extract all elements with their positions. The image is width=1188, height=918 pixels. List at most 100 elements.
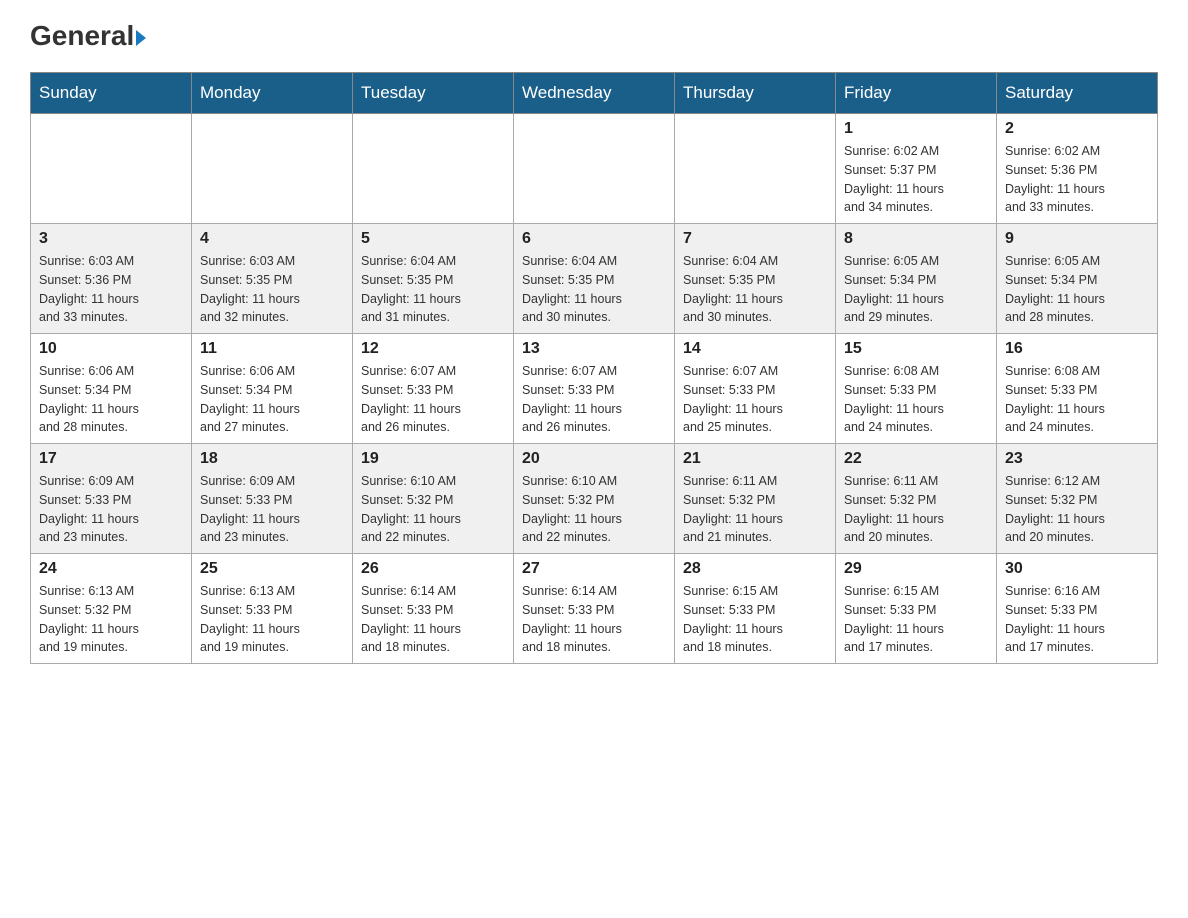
calendar-cell: 12 Sunrise: 6:07 AM Sunset: 5:33 PM Dayli… — [353, 334, 514, 444]
calendar-cell — [514, 114, 675, 224]
calendar-cell: 20 Sunrise: 6:10 AM Sunset: 5:32 PM Dayli… — [514, 444, 675, 554]
logo-general-text: General — [30, 20, 134, 52]
calendar-week-row: 3 Sunrise: 6:03 AM Sunset: 5:36 PM Daylig… — [31, 224, 1158, 334]
day-info: Sunrise: 6:14 AM Sunset: 5:33 PM Dayligh… — [522, 582, 666, 657]
day-number: 12 — [361, 340, 505, 358]
calendar-day-header: Saturday — [997, 73, 1158, 114]
day-info: Sunrise: 6:14 AM Sunset: 5:33 PM Dayligh… — [361, 582, 505, 657]
day-number: 7 — [683, 230, 827, 248]
calendar-week-row: 10 Sunrise: 6:06 AM Sunset: 5:34 PM Dayli… — [31, 334, 1158, 444]
calendar-day-header: Tuesday — [353, 73, 514, 114]
calendar-cell: 26 Sunrise: 6:14 AM Sunset: 5:33 PM Dayli… — [353, 554, 514, 664]
calendar-cell: 19 Sunrise: 6:10 AM Sunset: 5:32 PM Dayli… — [353, 444, 514, 554]
calendar-cell: 8 Sunrise: 6:05 AM Sunset: 5:34 PM Daylig… — [836, 224, 997, 334]
day-number: 19 — [361, 450, 505, 468]
calendar-cell: 24Sunrise: 6:13 AM Sunset: 5:32 PM Dayli… — [31, 554, 192, 664]
day-info: Sunrise: 6:06 AM Sunset: 5:34 PM Dayligh… — [200, 362, 344, 437]
calendar-cell: 5 Sunrise: 6:04 AM Sunset: 5:35 PM Daylig… — [353, 224, 514, 334]
day-number: 2 — [1005, 120, 1149, 138]
calendar-cell: 22Sunrise: 6:11 AM Sunset: 5:32 PM Dayli… — [836, 444, 997, 554]
day-info: Sunrise: 6:15 AM Sunset: 5:33 PM Dayligh… — [683, 582, 827, 657]
day-number: 27 — [522, 560, 666, 578]
day-info: Sunrise: 6:13 AM Sunset: 5:33 PM Dayligh… — [200, 582, 344, 657]
day-info: Sunrise: 6:11 AM Sunset: 5:32 PM Dayligh… — [683, 472, 827, 547]
day-info: Sunrise: 6:07 AM Sunset: 5:33 PM Dayligh… — [522, 362, 666, 437]
calendar-cell: 10Sunrise: 6:06 AM Sunset: 5:34 PM Dayli… — [31, 334, 192, 444]
day-info: Sunrise: 6:08 AM Sunset: 5:33 PM Dayligh… — [844, 362, 988, 437]
day-number: 20 — [522, 450, 666, 468]
calendar-cell: 15 Sunrise: 6:08 AM Sunset: 5:33 PM Dayli… — [836, 334, 997, 444]
day-info: Sunrise: 6:11 AM Sunset: 5:32 PM Dayligh… — [844, 472, 988, 547]
calendar-cell: 27 Sunrise: 6:14 AM Sunset: 5:33 PM Dayli… — [514, 554, 675, 664]
day-info: Sunrise: 6:05 AM Sunset: 5:34 PM Dayligh… — [844, 252, 988, 327]
calendar-day-header: Friday — [836, 73, 997, 114]
day-info: Sunrise: 6:07 AM Sunset: 5:33 PM Dayligh… — [683, 362, 827, 437]
day-number: 13 — [522, 340, 666, 358]
calendar-cell: 21 Sunrise: 6:11 AM Sunset: 5:32 PM Dayli… — [675, 444, 836, 554]
calendar-cell — [31, 114, 192, 224]
day-number: 29 — [844, 560, 988, 578]
logo-arrow-icon — [136, 30, 146, 46]
day-info: Sunrise: 6:08 AM Sunset: 5:33 PM Dayligh… — [1005, 362, 1149, 437]
day-number: 28 — [683, 560, 827, 578]
day-number: 11 — [200, 340, 344, 358]
calendar-week-row: 1 Sunrise: 6:02 AM Sunset: 5:37 PM Daylig… — [31, 114, 1158, 224]
calendar-cell — [192, 114, 353, 224]
day-number: 15 — [844, 340, 988, 358]
calendar-cell: 6 Sunrise: 6:04 AM Sunset: 5:35 PM Daylig… — [514, 224, 675, 334]
day-number: 1 — [844, 120, 988, 138]
calendar-cell: 18 Sunrise: 6:09 AM Sunset: 5:33 PM Dayli… — [192, 444, 353, 554]
calendar-cell — [353, 114, 514, 224]
calendar-day-header: Monday — [192, 73, 353, 114]
calendar-table: SundayMondayTuesdayWednesdayThursdayFrid… — [30, 72, 1158, 664]
calendar-cell: 16 Sunrise: 6:08 AM Sunset: 5:33 PM Dayli… — [997, 334, 1158, 444]
day-info: Sunrise: 6:03 AM Sunset: 5:36 PM Dayligh… — [39, 252, 183, 327]
calendar-cell: 17 Sunrise: 6:09 AM Sunset: 5:33 PM Dayli… — [31, 444, 192, 554]
day-number: 18 — [200, 450, 344, 468]
calendar-cell: 7Sunrise: 6:04 AM Sunset: 5:35 PM Daylig… — [675, 224, 836, 334]
day-info: Sunrise: 6:05 AM Sunset: 5:34 PM Dayligh… — [1005, 252, 1149, 327]
calendar-cell: 29 Sunrise: 6:15 AM Sunset: 5:33 PM Dayli… — [836, 554, 997, 664]
calendar-cell: 25Sunrise: 6:13 AM Sunset: 5:33 PM Dayli… — [192, 554, 353, 664]
day-info: Sunrise: 6:04 AM Sunset: 5:35 PM Dayligh… — [361, 252, 505, 327]
day-info: Sunrise: 6:02 AM Sunset: 5:37 PM Dayligh… — [844, 142, 988, 217]
calendar-day-header: Thursday — [675, 73, 836, 114]
calendar-cell: 28 Sunrise: 6:15 AM Sunset: 5:33 PM Dayli… — [675, 554, 836, 664]
calendar-day-header: Wednesday — [514, 73, 675, 114]
calendar-cell: 1 Sunrise: 6:02 AM Sunset: 5:37 PM Daylig… — [836, 114, 997, 224]
calendar-day-header: Sunday — [31, 73, 192, 114]
day-number: 26 — [361, 560, 505, 578]
day-number: 23 — [1005, 450, 1149, 468]
day-number: 21 — [683, 450, 827, 468]
day-number: 30 — [1005, 560, 1149, 578]
calendar-cell: 13 Sunrise: 6:07 AM Sunset: 5:33 PM Dayli… — [514, 334, 675, 444]
page-header: General — [30, 20, 1158, 52]
day-number: 4 — [200, 230, 344, 248]
day-info: Sunrise: 6:16 AM Sunset: 5:33 PM Dayligh… — [1005, 582, 1149, 657]
logo-text: General — [30, 20, 146, 52]
day-number: 16 — [1005, 340, 1149, 358]
day-info: Sunrise: 6:04 AM Sunset: 5:35 PM Dayligh… — [522, 252, 666, 327]
day-info: Sunrise: 6:10 AM Sunset: 5:32 PM Dayligh… — [361, 472, 505, 547]
calendar-cell: 23 Sunrise: 6:12 AM Sunset: 5:32 PM Dayli… — [997, 444, 1158, 554]
calendar-week-row: 24Sunrise: 6:13 AM Sunset: 5:32 PM Dayli… — [31, 554, 1158, 664]
day-info: Sunrise: 6:07 AM Sunset: 5:33 PM Dayligh… — [361, 362, 505, 437]
day-info: Sunrise: 6:09 AM Sunset: 5:33 PM Dayligh… — [200, 472, 344, 547]
calendar-cell: 30 Sunrise: 6:16 AM Sunset: 5:33 PM Dayli… — [997, 554, 1158, 664]
calendar-week-row: 17 Sunrise: 6:09 AM Sunset: 5:33 PM Dayli… — [31, 444, 1158, 554]
calendar-cell: 2Sunrise: 6:02 AM Sunset: 5:36 PM Daylig… — [997, 114, 1158, 224]
day-info: Sunrise: 6:12 AM Sunset: 5:32 PM Dayligh… — [1005, 472, 1149, 547]
day-number: 17 — [39, 450, 183, 468]
calendar-header-row: SundayMondayTuesdayWednesdayThursdayFrid… — [31, 73, 1158, 114]
day-info: Sunrise: 6:10 AM Sunset: 5:32 PM Dayligh… — [522, 472, 666, 547]
day-number: 8 — [844, 230, 988, 248]
day-number: 3 — [39, 230, 183, 248]
day-number: 6 — [522, 230, 666, 248]
day-number: 10 — [39, 340, 183, 358]
day-info: Sunrise: 6:03 AM Sunset: 5:35 PM Dayligh… — [200, 252, 344, 327]
day-info: Sunrise: 6:13 AM Sunset: 5:32 PM Dayligh… — [39, 582, 183, 657]
day-number: 14 — [683, 340, 827, 358]
day-number: 5 — [361, 230, 505, 248]
day-info: Sunrise: 6:15 AM Sunset: 5:33 PM Dayligh… — [844, 582, 988, 657]
day-info: Sunrise: 6:09 AM Sunset: 5:33 PM Dayligh… — [39, 472, 183, 547]
